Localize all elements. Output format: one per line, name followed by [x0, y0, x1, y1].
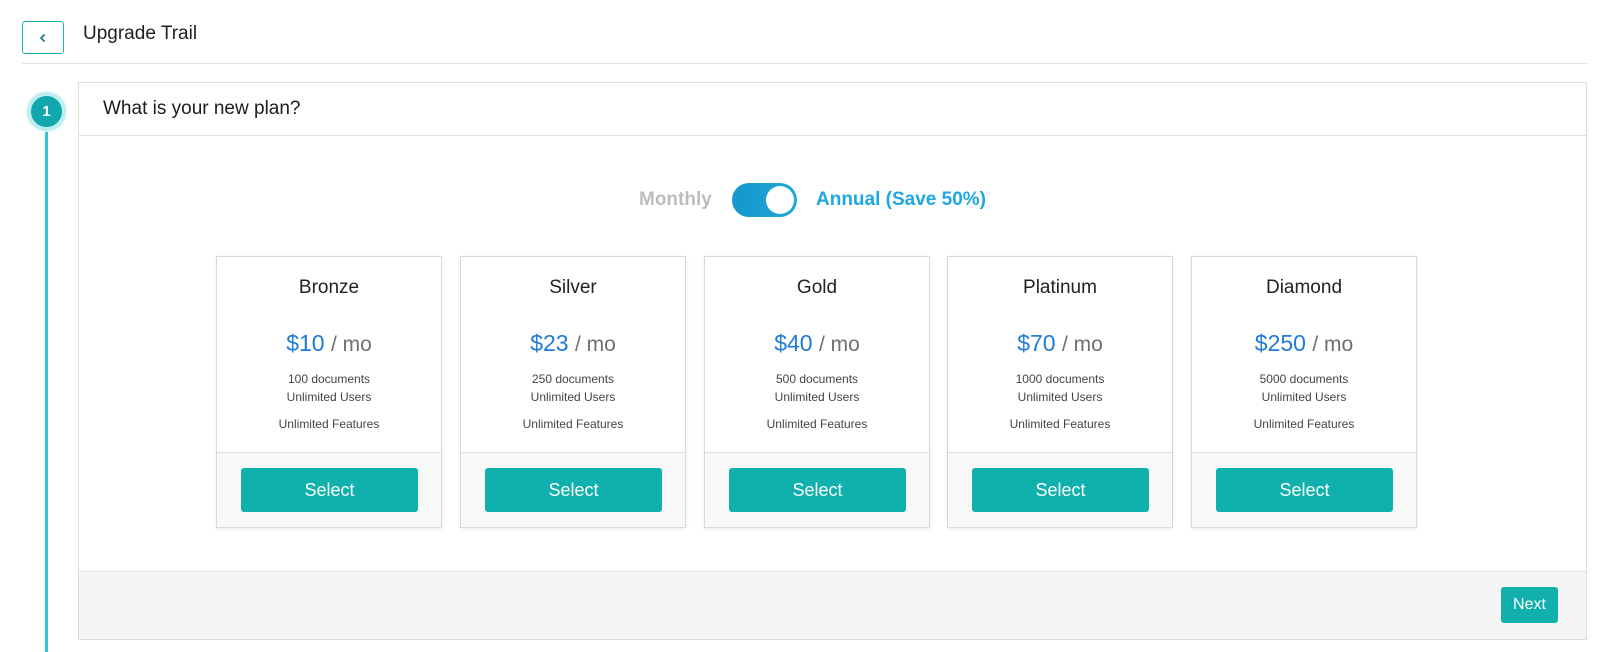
plan-price-period: / mo	[818, 333, 860, 356]
plan-price-period: / mo	[574, 333, 616, 356]
plan-documents: 250 documents	[531, 372, 615, 386]
plan-features: Unlimited Features	[1253, 417, 1355, 431]
plan-documents: 5000 documents	[1259, 372, 1349, 386]
plan-price-period: / mo	[330, 333, 372, 356]
plan-users: Unlimited Users	[1017, 390, 1103, 404]
monthly-label[interactable]: Monthly	[639, 189, 712, 211]
billing-period-toggle[interactable]	[732, 183, 797, 217]
page-title: Upgrade Trail	[83, 23, 198, 44]
plan-price-period: / mo	[1312, 333, 1354, 356]
plan-card-bronze: Bronze $10 / mo 100 documents Unlimited …	[216, 256, 442, 528]
plan-price: $70 / mo	[948, 330, 1172, 357]
plan-name: Diamond	[1265, 277, 1343, 298]
plan-name: Silver	[549, 277, 597, 298]
plan-footer: Select	[217, 452, 441, 527]
back-button[interactable]	[22, 21, 64, 54]
plan-users: Unlimited Users	[1261, 390, 1347, 404]
plan-name: Platinum	[1023, 277, 1097, 298]
step-panel: What is your new plan? Monthly Annual (S…	[78, 82, 1587, 640]
top-bar: Upgrade Trail	[22, 20, 1587, 64]
plan-price-amount: $23	[530, 330, 569, 356]
plan-features: Unlimited Features	[766, 417, 868, 431]
plan-price: $23 / mo	[461, 330, 685, 357]
next-button[interactable]: Next	[1501, 587, 1558, 623]
chevron-left-icon	[39, 33, 46, 42]
plan-footer: Select	[461, 452, 685, 527]
plan-price: $250 / mo	[1192, 330, 1416, 357]
plan-card-diamond: Diamond $250 / mo 5000 documents Unlimit…	[1191, 256, 1417, 528]
plan-price-amount: $10	[286, 330, 325, 356]
billing-period-toggle-group: Monthly Annual (Save 50%)	[639, 183, 1039, 219]
plan-documents: 500 documents	[775, 372, 859, 386]
plan-users: Unlimited Users	[530, 390, 616, 404]
plan-footer: Select	[948, 452, 1172, 527]
select-gold-button[interactable]: Select	[729, 468, 906, 512]
plan-price: $40 / mo	[705, 330, 929, 357]
plan-price: $10 / mo	[217, 330, 441, 357]
plan-features: Unlimited Features	[278, 417, 380, 431]
plan-documents: 100 documents	[287, 372, 371, 386]
plan-features: Unlimited Features	[522, 417, 624, 431]
step-header: What is your new plan?	[79, 83, 1586, 136]
step-connector-line	[45, 118, 48, 652]
plan-price-amount: $70	[1017, 330, 1056, 356]
select-platinum-button[interactable]: Select	[972, 468, 1149, 512]
plan-footer: Select	[705, 452, 929, 527]
plan-name: Gold	[796, 277, 838, 298]
plan-card-gold: Gold $40 / mo 500 documents Unlimited Us…	[704, 256, 930, 528]
plan-users: Unlimited Users	[774, 390, 860, 404]
annual-label[interactable]: Annual (Save 50%)	[816, 189, 986, 211]
select-bronze-button[interactable]: Select	[241, 468, 418, 512]
plan-name: Bronze	[298, 277, 360, 298]
plan-price-period: / mo	[1061, 333, 1103, 356]
step-number-badge: 1	[27, 92, 66, 131]
select-silver-button[interactable]: Select	[485, 468, 662, 512]
step-footer: Next	[79, 571, 1586, 639]
plan-users: Unlimited Users	[286, 390, 372, 404]
plan-footer: Select	[1192, 452, 1416, 527]
select-diamond-button[interactable]: Select	[1216, 468, 1393, 512]
plan-card-silver: Silver $23 / mo 250 documents Unlimited …	[460, 256, 686, 528]
plan-features: Unlimited Features	[1009, 417, 1111, 431]
plan-list: Bronze $10 / mo 100 documents Unlimited …	[216, 256, 1421, 528]
plan-price-amount: $40	[774, 330, 813, 356]
plan-price-amount: $250	[1254, 330, 1306, 356]
plan-card-platinum: Platinum $70 / mo 1000 documents Unlimit…	[947, 256, 1173, 528]
plan-documents: 1000 documents	[1015, 372, 1105, 386]
toggle-knob	[766, 186, 794, 214]
step-heading: What is your new plan?	[103, 98, 301, 119]
